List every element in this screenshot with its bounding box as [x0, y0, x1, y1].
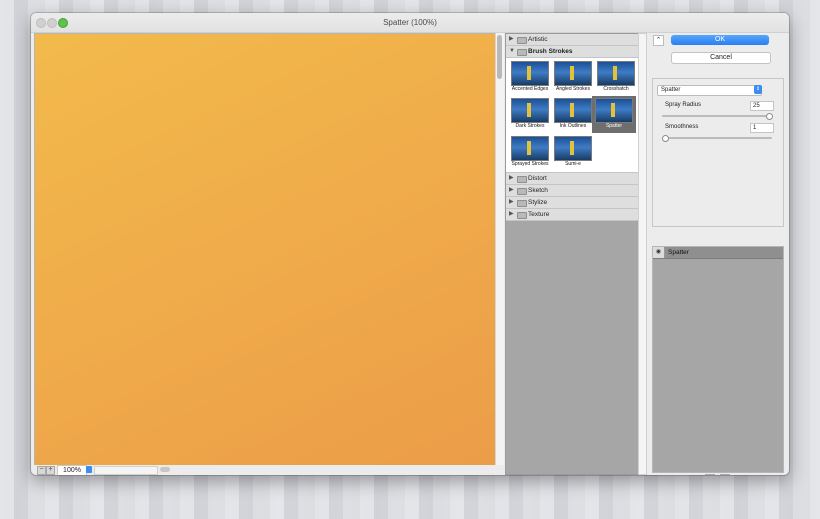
category-label: Distort [528, 175, 547, 182]
close-window-icon[interactable] [36, 18, 46, 28]
zoom-level[interactable]: 100% [57, 465, 87, 475]
preview-horizontal-scrollbar[interactable] [94, 466, 158, 475]
filter-select[interactable]: Spatter ⇕ [657, 85, 762, 96]
category-texture[interactable]: ▶ Texture [506, 209, 638, 221]
filter-thumb-label: Crosshatch [603, 86, 629, 92]
filter-thumb-label: Spatter [605, 123, 623, 129]
disclosure-right-icon: ▶ [509, 187, 514, 193]
filter-thumb-accented-edges[interactable]: Accented Edges [508, 59, 552, 96]
category-label: Artistic [528, 36, 548, 43]
category-stylize[interactable]: ▶ Stylize [506, 197, 638, 209]
filter-thumb-ink-outlines[interactable]: Ink Outlines [551, 96, 595, 133]
gallery-scrollbar[interactable] [638, 33, 647, 475]
category-label: Texture [528, 211, 550, 218]
filter-thumb-label: Dark Strokes [515, 123, 545, 129]
category-artistic[interactable]: ▶ Artistic [506, 34, 638, 46]
disclosure-right-icon: ▶ [509, 211, 514, 217]
disclosure-right-icon: ▶ [509, 175, 514, 181]
preview-vertical-scrollbar[interactable] [495, 33, 504, 465]
filter-thumb-sumi-e[interactable]: Sumi-e [551, 134, 595, 171]
filter-thumb-dark-strokes[interactable]: Dark Strokes [508, 96, 552, 133]
filter-thumb-label: Sumi-e [565, 161, 581, 167]
chevron-updown-icon: ⇕ [754, 85, 762, 94]
folder-icon [517, 212, 527, 219]
disclosure-down-icon: ▼ [509, 48, 515, 54]
folder-icon [517, 37, 527, 44]
preview-vertical-scroll-thumb[interactable] [497, 35, 502, 79]
filter-preview-image [554, 98, 592, 123]
filter-thumbnails: Accented Edges Angled Strokes Crosshatch… [506, 58, 638, 173]
zoom-bar: − + 100% [34, 465, 503, 475]
filter-thumb-label: Accented Edges [511, 86, 549, 92]
filter-thumb-spatter[interactable]: Spatter [592, 96, 636, 133]
spray-radius-label: Spray Radius [665, 102, 702, 108]
title-bar: Spatter (100%) [31, 13, 789, 33]
smoothness-input[interactable]: 1 [750, 123, 774, 133]
folder-icon [517, 188, 527, 195]
folder-icon [517, 49, 527, 56]
spray-radius-slider[interactable] [662, 113, 773, 120]
filter-thumb-label: Ink Outlines [559, 123, 587, 129]
disclosure-right-icon: ▶ [509, 199, 514, 205]
window-title: Spatter (100%) [383, 18, 437, 27]
disclosure-right-icon: ▶ [509, 36, 514, 42]
effect-layer-row[interactable]: ◉ Spatter [653, 247, 783, 259]
smoothness-label: Smoothness [665, 124, 699, 130]
filter-preview-image [554, 136, 592, 161]
filter-thumb-sprayed-strokes[interactable]: Sprayed Strokes [508, 134, 552, 171]
image-preview[interactable] [34, 33, 496, 467]
filter-preview-image [511, 61, 549, 86]
filter-thumb-angled-strokes[interactable]: Angled Strokes [551, 59, 595, 96]
zoom-in-button[interactable]: + [46, 466, 55, 475]
trash-icon[interactable]: 🗑 [720, 474, 730, 475]
eye-icon[interactable]: ◉ [653, 247, 665, 258]
cancel-button[interactable]: Cancel [671, 52, 771, 64]
settings-panel: ⌃ OK Cancel Spatter ⇕ Spray Radius 25 Sm… [647, 33, 787, 475]
slider-knob[interactable] [766, 113, 773, 120]
category-label: Brush Strokes [528, 48, 573, 55]
category-label: Stylize [528, 199, 548, 206]
collapse-gallery-button[interactable]: ⌃ [653, 35, 664, 46]
effect-layers-list: ◉ Spatter [652, 246, 784, 473]
filter-thumb-label: Sprayed Strokes [511, 161, 549, 167]
category-sketch[interactable]: ▶ Sketch [506, 185, 638, 197]
minimize-window-icon[interactable] [47, 18, 57, 28]
zoom-out-button[interactable]: − [37, 466, 46, 475]
category-brush-strokes[interactable]: ▼ Brush Strokes [506, 46, 638, 58]
spray-radius-input[interactable]: 25 [750, 101, 774, 111]
ok-button[interactable]: OK [671, 35, 769, 45]
effect-layer-label: Spatter [668, 249, 689, 256]
folder-icon [517, 176, 527, 183]
filter-preview-image [511, 98, 549, 123]
filter-gallery-window: Spatter (100%) − + 100% ▶ Artistic ▼ Bru… [31, 13, 789, 475]
smoothness-slider[interactable] [662, 135, 772, 142]
filter-gallery: ▶ Artistic ▼ Brush Strokes Accented Edge… [505, 33, 639, 475]
preview-horizontal-scroll-thumb[interactable] [160, 467, 170, 472]
slider-knob[interactable] [662, 135, 669, 142]
folder-icon [517, 200, 527, 207]
filter-select-value: Spatter [661, 87, 681, 93]
filter-preview-image [597, 61, 635, 86]
filter-thumb-crosshatch[interactable]: Crosshatch [594, 59, 638, 96]
zoom-window-icon[interactable] [58, 18, 68, 28]
filter-preview-image [595, 98, 633, 123]
category-label: Sketch [528, 187, 548, 194]
new-layer-icon[interactable]: ❐ [705, 474, 715, 475]
filter-preview-image [511, 136, 549, 161]
filter-thumb-label: Angled Strokes [556, 86, 590, 92]
filter-preview-image [554, 61, 592, 86]
zoom-dropdown-icon[interactable] [86, 466, 92, 473]
category-distort[interactable]: ▶ Distort [506, 173, 638, 185]
